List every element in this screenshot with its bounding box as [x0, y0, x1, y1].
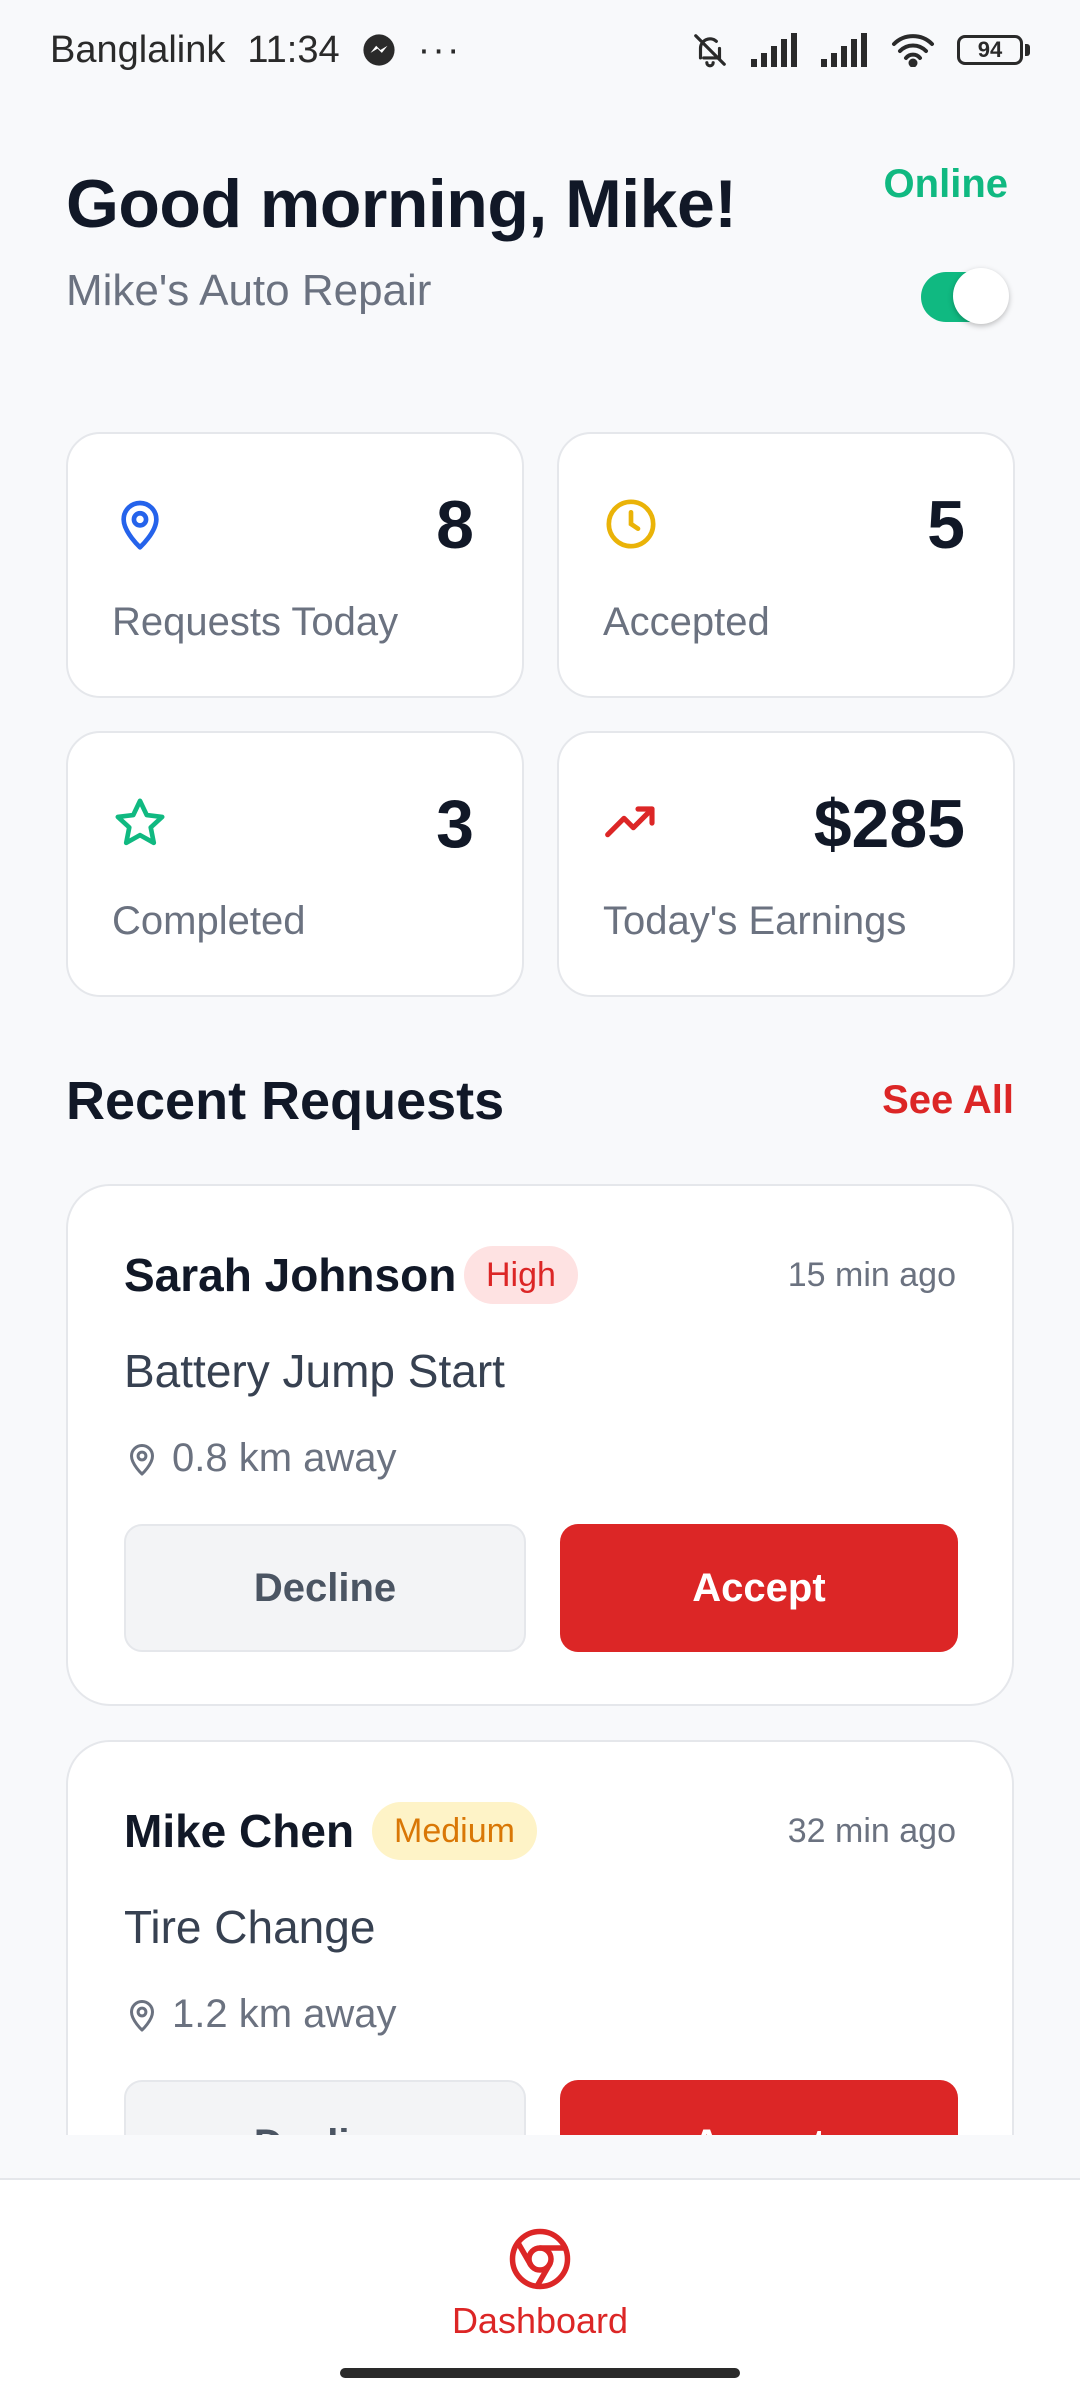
business-name: Mike's Auto Repair [66, 266, 432, 315]
signal-icon-1 [751, 33, 797, 67]
battery-level: 94 [957, 35, 1023, 65]
stat-label: Today's Earnings [603, 899, 907, 943]
clock: 11:34 [247, 28, 340, 71]
service-type: Battery Jump Start [124, 1345, 505, 1397]
stat-card-completed[interactable]: 3 Completed [66, 731, 524, 997]
bottom-nav: Dashboard [0, 2178, 1080, 2400]
map-pin-icon [121, 500, 159, 550]
star-icon [115, 798, 165, 846]
battery-icon: 94 [957, 35, 1030, 65]
clock-icon [606, 499, 656, 549]
accept-button[interactable]: Accept [560, 1524, 958, 1652]
decline-button[interactable]: Decline [124, 1524, 526, 1652]
request-card[interactable]: Sarah Johnson High 15 min ago Battery Ju… [66, 1184, 1014, 1706]
stat-label: Completed [112, 899, 306, 943]
service-type: Tire Change [124, 1901, 376, 1953]
signal-icon-2 [821, 33, 867, 67]
stat-value: $285 [813, 786, 965, 862]
decline-button[interactable]: Decline [124, 2080, 526, 2135]
recent-requests-title: Recent Requests [66, 1071, 505, 1131]
wifi-icon [892, 34, 934, 67]
nav-dashboard-label: Dashboard [451, 2300, 629, 2341]
home-indicator[interactable] [340, 2368, 740, 2378]
bell-off-icon [694, 34, 726, 68]
customer-name: Mike Chen [124, 1805, 355, 1857]
stat-card-accepted[interactable]: 5 Accepted [557, 432, 1015, 698]
stat-value: 8 [436, 487, 474, 563]
map-pin-icon [130, 1443, 154, 1475]
greeting-title: Good morning, Mike! [66, 166, 737, 242]
stat-label: Accepted [603, 600, 770, 644]
stat-card-earnings[interactable]: $285 Today's Earnings [557, 731, 1015, 997]
online-status-label: Online [883, 162, 1008, 206]
online-toggle[interactable] [921, 268, 1009, 324]
distance-text: 0.8 km away [172, 1436, 397, 1480]
messenger-icon [363, 34, 395, 66]
status-bar: Banglalink 11:34 ··· 94 [0, 0, 1080, 100]
priority-badge: High [464, 1246, 578, 1304]
trending-up-icon [605, 806, 655, 838]
toggle-knob [953, 268, 1009, 324]
distance-text: 1.2 km away [172, 1992, 397, 2036]
distance-row: 0.8 km away [124, 1436, 397, 1481]
accept-button[interactable]: Accept [560, 2080, 958, 2135]
request-time: 32 min ago [787, 1812, 956, 1850]
dashboard-icon [509, 2228, 571, 2290]
customer-name: Sarah Johnson [124, 1249, 457, 1301]
map-pin-icon [130, 1999, 154, 2031]
request-time: 15 min ago [787, 1256, 956, 1294]
nav-dashboard[interactable]: Dashboard [440, 2226, 640, 2356]
more-notifications-icon: ··· [417, 28, 462, 71]
stat-value: 5 [927, 487, 965, 563]
stat-label: Requests Today [112, 600, 399, 644]
request-card[interactable]: Mike Chen Medium 32 min ago Tire Change … [66, 1740, 1014, 2135]
requests-list[interactable]: Sarah Johnson High 15 min ago Battery Ju… [0, 1180, 1080, 2135]
stat-value: 3 [436, 786, 474, 862]
see-all-link[interactable]: See All [882, 1078, 1014, 1123]
priority-badge: Medium [372, 1802, 537, 1860]
distance-row: 1.2 km away [124, 1992, 397, 2037]
carrier-name: Banglalink [50, 28, 226, 71]
stat-card-requests-today[interactable]: 8 Requests Today [66, 432, 524, 698]
